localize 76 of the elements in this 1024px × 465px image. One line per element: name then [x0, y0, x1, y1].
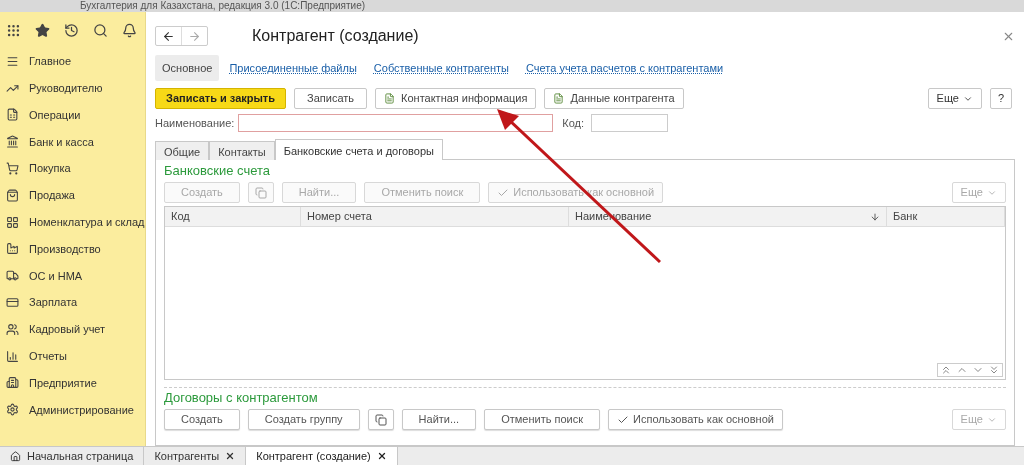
bag-icon	[6, 188, 19, 202]
form-tab[interactable]: Общие	[155, 141, 210, 160]
document-icon	[553, 93, 565, 104]
building-icon	[6, 376, 19, 390]
help-button[interactable]: ?	[990, 88, 1012, 109]
sidebar-item[interactable]: Покупка	[29, 160, 71, 177]
forward-arrow-icon	[188, 29, 201, 43]
window-title: Бухгалтерия для Казахстана, редакция 3.0 (1С:Предприятие)	[80, 1, 366, 11]
sidebar-item[interactable]: Производство	[29, 240, 101, 258]
form-title: Контрагент (создание)	[252, 26, 419, 46]
sidebar-item[interactable]: Продажа	[29, 187, 75, 204]
code-label: Код:	[562, 115, 585, 131]
toolbar-button[interactable]: Создать	[164, 409, 240, 430]
card-icon	[6, 296, 19, 310]
open-window-tab[interactable]: Контрагент (создание)	[246, 447, 398, 465]
tab-label: Контрагент (создание)	[256, 448, 371, 464]
name-label: Наименование:	[155, 115, 235, 131]
history-icon[interactable]	[64, 22, 79, 38]
home-icon	[10, 450, 21, 462]
column-header[interactable]: Банк	[893, 208, 918, 225]
close-icon[interactable]	[376, 451, 387, 461]
form-nav-link[interactable]: Собственные контрагенты	[366, 54, 516, 82]
form-tab[interactable]: Контакты	[209, 141, 275, 160]
settings-icon	[6, 403, 19, 417]
section-title: Банковские счета	[164, 163, 272, 179]
name-input-field[interactable]	[238, 114, 554, 132]
sidebar-item[interactable]: Банк и касса	[29, 133, 94, 151]
star-icon[interactable]	[35, 22, 50, 38]
tab-label: Контрагенты	[154, 448, 220, 464]
ledger-icon	[6, 108, 19, 122]
truck-icon	[6, 269, 19, 283]
save-button[interactable]: Записать	[294, 88, 368, 109]
toolbar-button[interactable]: Создать группу	[247, 409, 360, 430]
toolbar-button[interactable]: Найти...	[401, 409, 477, 430]
sidebar-item[interactable]: ОС и НМА	[29, 267, 83, 284]
last-icon[interactable]	[988, 364, 1000, 376]
bell-icon[interactable]	[122, 22, 137, 38]
sidebar-item[interactable]: Предприятие	[29, 374, 97, 392]
toolbar-button[interactable]: Контактная информация	[375, 88, 537, 109]
close-icon[interactable]	[225, 451, 236, 461]
form-nav-link[interactable]: Счета учета расчетов с контрагентами	[519, 54, 731, 82]
bar-chart-icon	[6, 349, 19, 363]
code-input-field[interactable]	[591, 114, 669, 132]
copy-icon	[374, 413, 387, 426]
sidebar-item[interactable]: Администрирование	[29, 401, 134, 418]
factory-icon	[6, 242, 19, 256]
use-as-main-button[interactable]: Использовать как основной	[608, 409, 783, 430]
sidebar-item[interactable]: Зарплата	[29, 294, 78, 311]
column-header[interactable]: Номер счета	[307, 208, 372, 225]
sidebar-item[interactable]: Кадровый учет	[29, 321, 106, 338]
section-title: Договоры с контрагентом	[164, 390, 319, 406]
search-icon[interactable]	[93, 22, 108, 38]
sidebar-item[interactable]: Руководителю	[29, 79, 103, 97]
more-button[interactable]: Еще	[927, 88, 982, 109]
sidebar-item[interactable]: Номенклатура и склад	[29, 213, 145, 231]
first-icon[interactable]	[940, 364, 952, 376]
form-nav-link[interactable]: Присоединенные файлы	[222, 54, 364, 82]
tab-label: Начальная страница	[27, 448, 134, 464]
cart-icon	[6, 162, 19, 176]
toolbar-button[interactable]: Данные контрагента	[544, 88, 684, 109]
form-nav-link[interactable]: Основное	[155, 54, 220, 82]
form-tab[interactable]: Банковские счета и договоры	[274, 139, 443, 160]
toolbar-button[interactable]: Отменить поиск	[484, 409, 600, 430]
grid-icon	[6, 215, 19, 229]
save-and-close-button[interactable]: Записать и закрыть	[155, 88, 287, 109]
document-icon	[384, 93, 396, 104]
column-header[interactable]: Код	[171, 208, 190, 225]
sidebar-item[interactable]: Операции	[29, 106, 81, 124]
apps-icon[interactable]	[6, 22, 21, 38]
bank-icon	[6, 135, 19, 149]
sidebar-item[interactable]: Отчеты	[29, 347, 68, 365]
copy-icon	[254, 186, 267, 199]
back-arrow-icon	[162, 29, 175, 43]
sidebar-item[interactable]: Главное	[29, 53, 72, 70]
users-icon	[6, 322, 19, 336]
menu-icon	[6, 54, 19, 68]
